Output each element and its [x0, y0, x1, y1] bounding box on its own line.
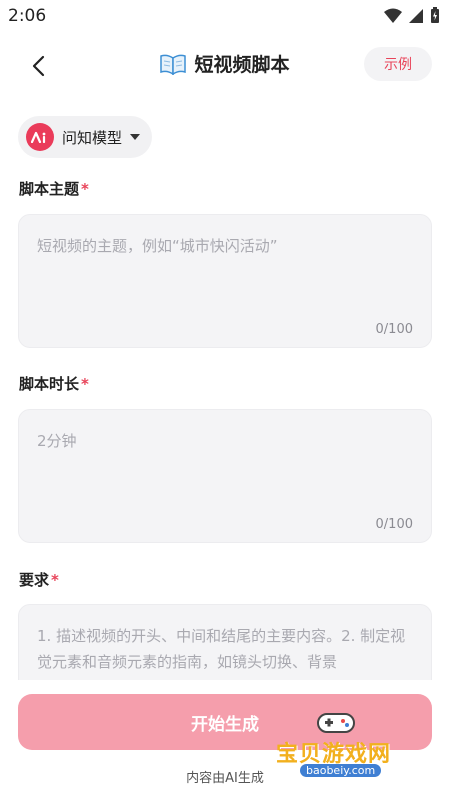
- signal-icon: [409, 8, 423, 23]
- wifi-icon: [384, 8, 402, 23]
- required-mark: *: [81, 180, 89, 198]
- watermark-url: baobeiy.com: [300, 764, 382, 777]
- model-logo-mark: [31, 131, 46, 143]
- requirements-label-text: 要求: [19, 571, 50, 589]
- required-mark: *: [51, 571, 59, 589]
- status-icons: [384, 7, 440, 24]
- topic-char-counter: 0/100: [375, 322, 413, 337]
- open-book-icon: [160, 54, 187, 75]
- example-button[interactable]: 示例: [364, 47, 432, 81]
- required-mark: *: [81, 375, 89, 393]
- duration-input[interactable]: 2分钟 0/100: [18, 409, 432, 543]
- topic-placeholder: 短视频的主题，例如“城市快闪活动”: [37, 237, 278, 255]
- chevron-left-icon: [32, 55, 45, 77]
- duration-label: 脚本时长 *: [19, 373, 89, 394]
- status-time: 2:06: [8, 6, 47, 26]
- back-button[interactable]: [20, 48, 56, 84]
- gamepad-icon: [317, 713, 355, 733]
- topic-label-text: 脚本主题: [19, 180, 80, 198]
- model-label: 问知模型: [62, 128, 123, 147]
- topic-label: 脚本主题 *: [19, 178, 89, 199]
- requirements-label: 要求 *: [19, 569, 59, 590]
- caret-down-icon: [130, 134, 141, 140]
- status-bar: 2:06: [0, 0, 450, 32]
- topic-input[interactable]: 短视频的主题，例如“城市快闪活动” 0/100: [18, 214, 432, 348]
- watermark: 宝贝游戏网 baobeiy.com: [276, 708, 416, 784]
- model-selector[interactable]: 问知模型: [18, 116, 153, 158]
- page-title: 短视频脚本: [194, 54, 290, 76]
- duration-placeholder: 2分钟: [37, 432, 77, 450]
- header: 短视频脚本 示例: [0, 40, 450, 90]
- duration-label-text: 脚本时长: [19, 375, 80, 393]
- model-logo-icon: [26, 123, 54, 151]
- battery-icon: [431, 7, 439, 23]
- duration-char-counter: 0/100: [375, 517, 413, 532]
- requirements-placeholder: 1. 描述视频的开头、中间和结尾的主要内容。2. 制定视觉元素和音频元素的指南，…: [37, 627, 406, 671]
